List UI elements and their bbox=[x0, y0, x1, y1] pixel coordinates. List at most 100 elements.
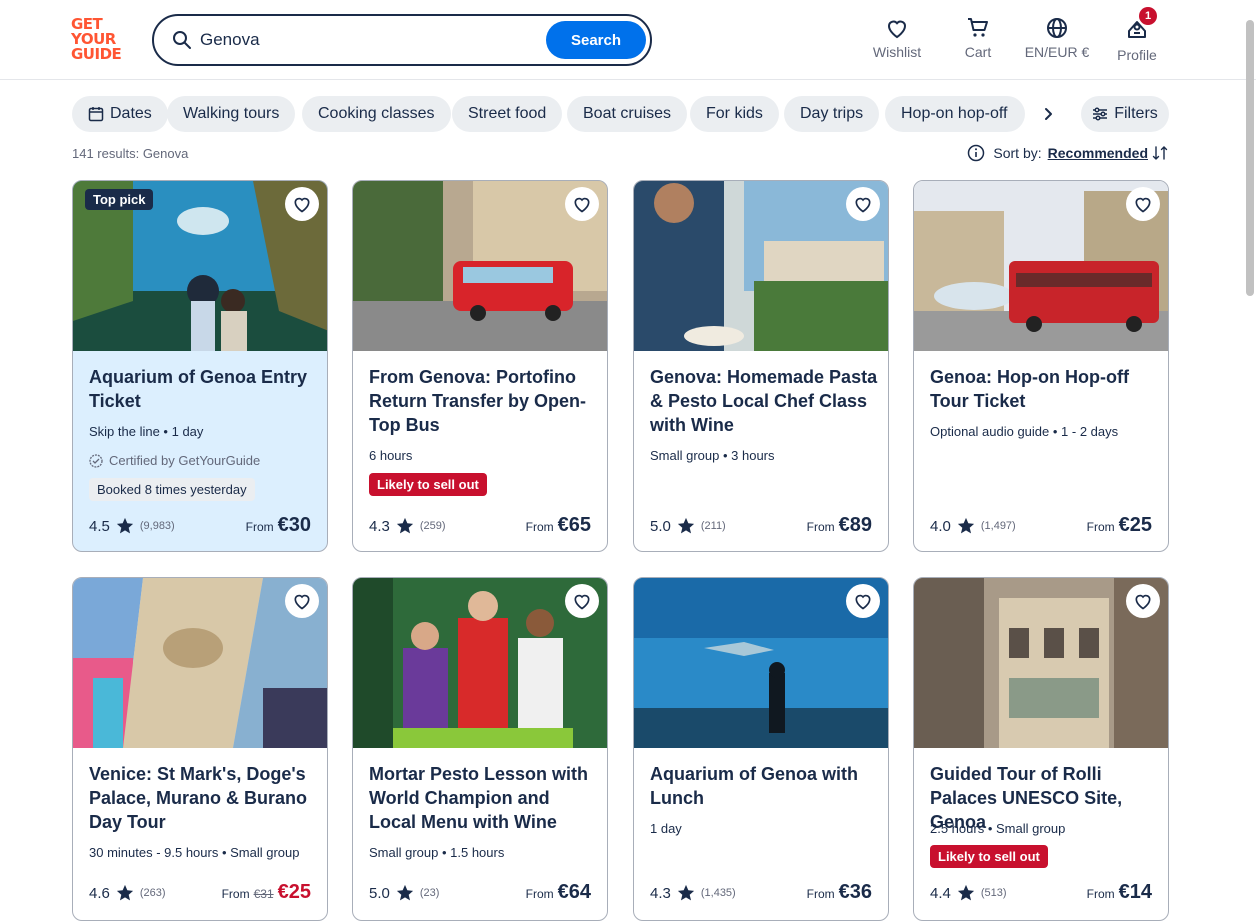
wishlist-button[interactable] bbox=[1126, 187, 1160, 221]
price-original: €31 bbox=[253, 887, 274, 901]
wishlist-button[interactable] bbox=[285, 584, 319, 618]
heart-icon bbox=[887, 20, 907, 39]
rating: 4.6 (263) bbox=[89, 884, 166, 902]
sort-value[interactable]: Recommended bbox=[1048, 145, 1148, 161]
cart-icon bbox=[968, 18, 988, 37]
rating-value: 4.3 bbox=[650, 884, 671, 902]
heart-icon bbox=[855, 197, 871, 213]
price: From €25 bbox=[1087, 514, 1152, 537]
wishlist-button[interactable] bbox=[285, 187, 319, 221]
rating-value: 4.3 bbox=[369, 517, 390, 535]
chip-walking-tours[interactable]: Walking tours bbox=[167, 96, 296, 132]
activity-title[interactable]: Genova: Homemade Pasta & Pesto Local Che… bbox=[650, 365, 878, 437]
activity-card[interactable]: Genova: Homemade Pasta & Pesto Local Che… bbox=[633, 180, 889, 552]
rating-value: 4.5 bbox=[89, 517, 110, 535]
chip-dates[interactable]: Dates bbox=[72, 96, 168, 132]
wishlist-button[interactable] bbox=[565, 584, 599, 618]
chip-street-food[interactable]: Street food bbox=[452, 96, 563, 132]
chip-label: For kids bbox=[706, 105, 763, 122]
calendar-icon bbox=[88, 107, 104, 122]
activity-card[interactable]: Top pick Aquarium of Genoa Entry Ticket … bbox=[72, 180, 328, 552]
search-button[interactable]: Search bbox=[546, 21, 646, 59]
activity-meta: Skip the line • 1 day bbox=[89, 424, 204, 439]
search-bar: Search bbox=[152, 14, 652, 66]
chevron-right-icon bbox=[1045, 108, 1052, 120]
certified-check-icon bbox=[89, 453, 103, 468]
chip-label: Day trips bbox=[800, 105, 864, 122]
activity-card[interactable]: Guided Tour of Rolli Palaces UNESCO Site… bbox=[913, 577, 1169, 921]
heart-icon bbox=[1135, 197, 1151, 213]
price-value: €89 bbox=[838, 514, 872, 536]
activity-meta: Small group • 3 hours bbox=[650, 448, 775, 463]
chip-day-trips[interactable]: Day trips bbox=[784, 96, 880, 132]
chips-next-button[interactable] bbox=[1032, 98, 1064, 130]
price: From €31 €25 bbox=[222, 881, 311, 904]
star-icon bbox=[396, 884, 413, 901]
activity-meta: 2.5 hours • Small group bbox=[930, 821, 1066, 836]
top-pick-badge: Top pick bbox=[85, 189, 154, 210]
wishlist-button[interactable] bbox=[846, 584, 880, 618]
price-from: From bbox=[806, 520, 835, 534]
activity-title[interactable]: Mortar Pesto Lesson with World Champion … bbox=[369, 762, 597, 834]
chip-cooking-classes[interactable]: Cooking classes bbox=[302, 96, 451, 132]
rating-value: 4.6 bbox=[89, 884, 110, 902]
nav-profile[interactable]: 1 Profile bbox=[1114, 7, 1160, 64]
price-from: From bbox=[245, 520, 274, 534]
wishlist-button[interactable] bbox=[565, 187, 599, 221]
chip-for-kids[interactable]: For kids bbox=[690, 96, 779, 132]
getyourguide-logo[interactable]: GET YOUR GUIDE bbox=[71, 17, 131, 63]
heart-icon bbox=[574, 197, 590, 213]
star-icon bbox=[116, 517, 133, 534]
likely-to-sell-out-badge: Likely to sell out bbox=[930, 845, 1048, 868]
chip-label: Boat cruises bbox=[583, 105, 672, 122]
price-value: €30 bbox=[277, 514, 311, 536]
rating-value: 4.4 bbox=[930, 884, 951, 902]
chip-label: Street food bbox=[468, 105, 547, 122]
activity-card[interactable]: Aquarium of Genoa with Lunch 1 day 4.3 (… bbox=[633, 577, 889, 921]
star-icon bbox=[677, 884, 694, 901]
heart-icon bbox=[294, 197, 310, 213]
nav-cart-label: Cart bbox=[964, 44, 992, 60]
price-value: €25 bbox=[277, 881, 311, 903]
nav-cart[interactable]: Cart bbox=[958, 16, 998, 64]
review-count: (263) bbox=[139, 887, 166, 899]
filters-button[interactable]: Filters bbox=[1081, 96, 1169, 132]
activity-meta: Optional audio guide • 1 - 2 days bbox=[930, 424, 1119, 439]
activity-card[interactable]: From Genova: Portofino Return Transfer b… bbox=[352, 180, 608, 552]
price-value: €36 bbox=[838, 881, 872, 903]
chip-label: Walking tours bbox=[183, 105, 280, 122]
nav-wishlist[interactable]: Wishlist bbox=[872, 16, 922, 64]
nav-language[interactable]: EN/EUR € bbox=[1022, 16, 1092, 64]
booked-badge: Booked 8 times yesterday bbox=[89, 478, 255, 501]
price: From €36 bbox=[807, 881, 872, 904]
wishlist-button[interactable] bbox=[1126, 584, 1160, 618]
activity-title[interactable]: Venice: St Mark's, Doge's Palace, Murano… bbox=[89, 762, 317, 834]
activity-title[interactable]: Aquarium of Genoa with Lunch bbox=[650, 762, 878, 810]
activity-card[interactable]: Genoa: Hop-on Hop-off Tour Ticket Option… bbox=[913, 180, 1169, 552]
sort-label: Sort by: bbox=[993, 145, 1042, 161]
logo-line: GUIDE bbox=[71, 45, 122, 63]
rating: 4.3 (259) bbox=[369, 517, 446, 535]
activity-title[interactable]: From Genova: Portofino Return Transfer b… bbox=[369, 365, 597, 437]
sort-control[interactable]: Sort by: Recommended bbox=[967, 144, 1168, 162]
activity-card[interactable]: Venice: St Mark's, Doge's Palace, Murano… bbox=[72, 577, 328, 921]
page-scrollbar[interactable] bbox=[1246, 20, 1254, 296]
activity-card[interactable]: Mortar Pesto Lesson with World Champion … bbox=[352, 577, 608, 921]
heart-icon bbox=[1135, 594, 1151, 610]
price-from: From bbox=[806, 887, 835, 901]
chip-boat-cruises[interactable]: Boat cruises bbox=[567, 96, 688, 132]
wishlist-button[interactable] bbox=[846, 187, 880, 221]
search-input[interactable] bbox=[200, 26, 540, 54]
activity-meta: 1 day bbox=[650, 821, 682, 836]
activity-title[interactable]: Aquarium of Genoa Entry Ticket bbox=[89, 365, 317, 413]
review-count: (9,983) bbox=[139, 520, 175, 532]
activity-title[interactable]: Genoa: Hop-on Hop-off Tour Ticket bbox=[930, 365, 1158, 413]
activity-meta: Small group • 1.5 hours bbox=[369, 845, 505, 860]
price: From €30 bbox=[246, 514, 311, 537]
rating-value: 4.0 bbox=[930, 517, 951, 535]
heart-icon bbox=[855, 594, 871, 610]
info-icon[interactable] bbox=[967, 144, 985, 162]
price-value: €25 bbox=[1118, 514, 1152, 536]
chip-hop-on-hop-off[interactable]: Hop-on hop-off bbox=[885, 96, 1025, 132]
profile-icon-wrap: 1 bbox=[1125, 7, 1157, 47]
